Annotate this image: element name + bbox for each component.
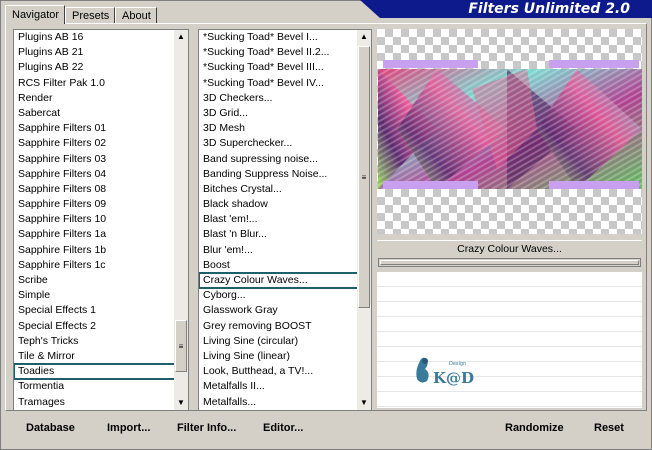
- tab-presets[interactable]: Presets: [65, 7, 115, 23]
- filter-list-item[interactable]: Blast 'em!...: [199, 212, 371, 227]
- filter-list-item[interactable]: Glasswork Gray: [199, 303, 371, 318]
- filter-list-item[interactable]: *Sucking Toad* Bevel III...: [199, 60, 371, 75]
- filter-list-item[interactable]: 3D Checkers...: [199, 91, 371, 106]
- category-list-item[interactable]: Tramages: [14, 395, 188, 410]
- svg-text:K@D: K@D: [433, 369, 474, 387]
- filter-list-item[interactable]: Banding Suppress Noise...: [199, 167, 371, 182]
- reset-button[interactable]: Reset: [594, 422, 624, 434]
- category-list-item[interactable]: Plugins AB 22: [14, 60, 188, 75]
- scroll-down-arrow-icon[interactable]: ▼: [357, 396, 371, 410]
- category-list-item[interactable]: Plugins AB 21: [14, 45, 188, 60]
- category-list-item[interactable]: Sapphire Filters 10: [14, 212, 188, 227]
- tab-about[interactable]: About: [115, 7, 157, 23]
- filter-list-item[interactable]: Boost: [199, 258, 371, 273]
- category-scroll-thumb[interactable]: ≡: [175, 320, 187, 372]
- filter-list-item[interactable]: Crazy Colour Waves...: [199, 271, 371, 290]
- filter-list-item[interactable]: Bitches Crystal...: [199, 182, 371, 197]
- filter-list-item[interactable]: Black shadow: [199, 197, 371, 212]
- category-list-item[interactable]: Sapphire Filters 09: [14, 197, 188, 212]
- filter-info-button[interactable]: Filter Info...: [177, 422, 236, 434]
- category-list-item[interactable]: Sapphire Filters 01: [14, 121, 188, 136]
- designer-logo: K@D Design: [413, 353, 483, 389]
- category-list-item[interactable]: Teph's Tricks: [14, 334, 188, 349]
- category-list-item[interactable]: Tile & Mirror: [14, 349, 188, 364]
- category-list-item[interactable]: Scribe: [14, 273, 188, 288]
- category-list-item[interactable]: Sapphire Filters 02: [14, 136, 188, 151]
- category-list-item[interactable]: Sapphire Filters 04: [14, 167, 188, 182]
- category-list-item[interactable]: Special Effects 1: [14, 303, 188, 318]
- randomize-button[interactable]: Randomize: [505, 422, 564, 434]
- filter-rows: *Sucking Toad* Bevel I... *Sucking Toad* …: [199, 30, 371, 410]
- category-list-item[interactable]: Render: [14, 91, 188, 106]
- filter-list-item[interactable]: Band supressing noise...: [199, 152, 371, 167]
- category-list-item[interactable]: Sapphire Filters 03: [14, 152, 188, 167]
- category-list-item[interactable]: Sapphire Filters 1c: [14, 258, 188, 273]
- filter-list-item[interactable]: Look, Butthead, a TV!...: [199, 364, 371, 379]
- category-list-item[interactable]: Tormentia: [14, 379, 188, 394]
- filter-list-item[interactable]: 3D Superchecker...: [199, 136, 371, 151]
- app-title: Filters Unlimited 2.0: [468, 1, 630, 17]
- category-list-item[interactable]: Toadies: [14, 363, 188, 381]
- filter-list-item[interactable]: 3D Grid...: [199, 106, 371, 121]
- category-scrollbar[interactable]: ▲ ≡ ▼: [174, 30, 188, 410]
- filter-list-item[interactable]: Metalfalls...: [199, 395, 371, 410]
- bottom-button-bar: Database Import... Filter Info... Editor…: [5, 414, 647, 444]
- category-list-item[interactable]: Plugins AB 16: [14, 30, 188, 45]
- current-filter-label: Crazy Colour Waves...: [377, 240, 642, 257]
- import-button[interactable]: Import...: [107, 422, 150, 434]
- preview-image: [378, 60, 642, 189]
- category-list-item[interactable]: Sapphire Filters 08: [14, 182, 188, 197]
- category-list-item[interactable]: Sapphire Filters 1a: [14, 227, 188, 242]
- scroll-up-arrow-icon[interactable]: ▲: [357, 30, 371, 44]
- category-list[interactable]: Plugins AB 16 Plugins AB 21 Plugins AB 22 R…: [13, 29, 189, 411]
- category-rows: Plugins AB 16 Plugins AB 21 Plugins AB 22 R…: [14, 30, 188, 410]
- filter-list-item[interactable]: Living Sine (circular): [199, 334, 371, 349]
- category-list-item[interactable]: Sapphire Filters 1b: [14, 243, 188, 258]
- filter-list-item[interactable]: *Sucking Toad* Bevel II.2...: [199, 45, 371, 60]
- category-list-item[interactable]: RCS Filter Pak 1.0: [14, 76, 188, 91]
- category-list-item[interactable]: Sabercat: [14, 106, 188, 121]
- scroll-down-arrow-icon[interactable]: ▼: [174, 396, 188, 410]
- database-button[interactable]: Database: [26, 422, 75, 434]
- filter-list-item[interactable]: Grey removing BOOST: [199, 319, 371, 334]
- filter-list-item[interactable]: Living Sine (linear): [199, 349, 371, 364]
- preview-area: [377, 29, 642, 234]
- filter-list-item[interactable]: Metalfalls II...: [199, 379, 371, 394]
- filter-list[interactable]: *Sucking Toad* Bevel I... *Sucking Toad* …: [198, 29, 372, 411]
- tab-navigator[interactable]: Navigator: [5, 5, 65, 24]
- filter-list-item[interactable]: *Sucking Toad* Bevel I...: [199, 30, 371, 45]
- filter-list-item[interactable]: Blast 'n Blur...: [199, 227, 371, 242]
- filter-scrollbar[interactable]: ▲ ≡ ▼: [357, 30, 371, 410]
- filter-list-item[interactable]: Cyborg...: [199, 288, 371, 303]
- filter-list-item[interactable]: *Sucking Toad* Bevel IV...: [199, 76, 371, 91]
- filter-list-item[interactable]: Blur 'em!...: [199, 243, 371, 258]
- filter-scroll-thumb[interactable]: ≡: [358, 46, 370, 308]
- app-banner: Filters Unlimited 2.0: [360, 0, 652, 18]
- category-list-item[interactable]: Special Effects 2: [14, 319, 188, 334]
- category-list-item[interactable]: Simple: [14, 288, 188, 303]
- scroll-up-arrow-icon[interactable]: ▲: [174, 30, 188, 44]
- filter-list-item[interactable]: 3D Mesh: [199, 121, 371, 136]
- editor-button[interactable]: Editor...: [263, 422, 303, 434]
- parameter-slider[interactable]: [378, 258, 641, 267]
- svg-text:Design: Design: [449, 361, 466, 367]
